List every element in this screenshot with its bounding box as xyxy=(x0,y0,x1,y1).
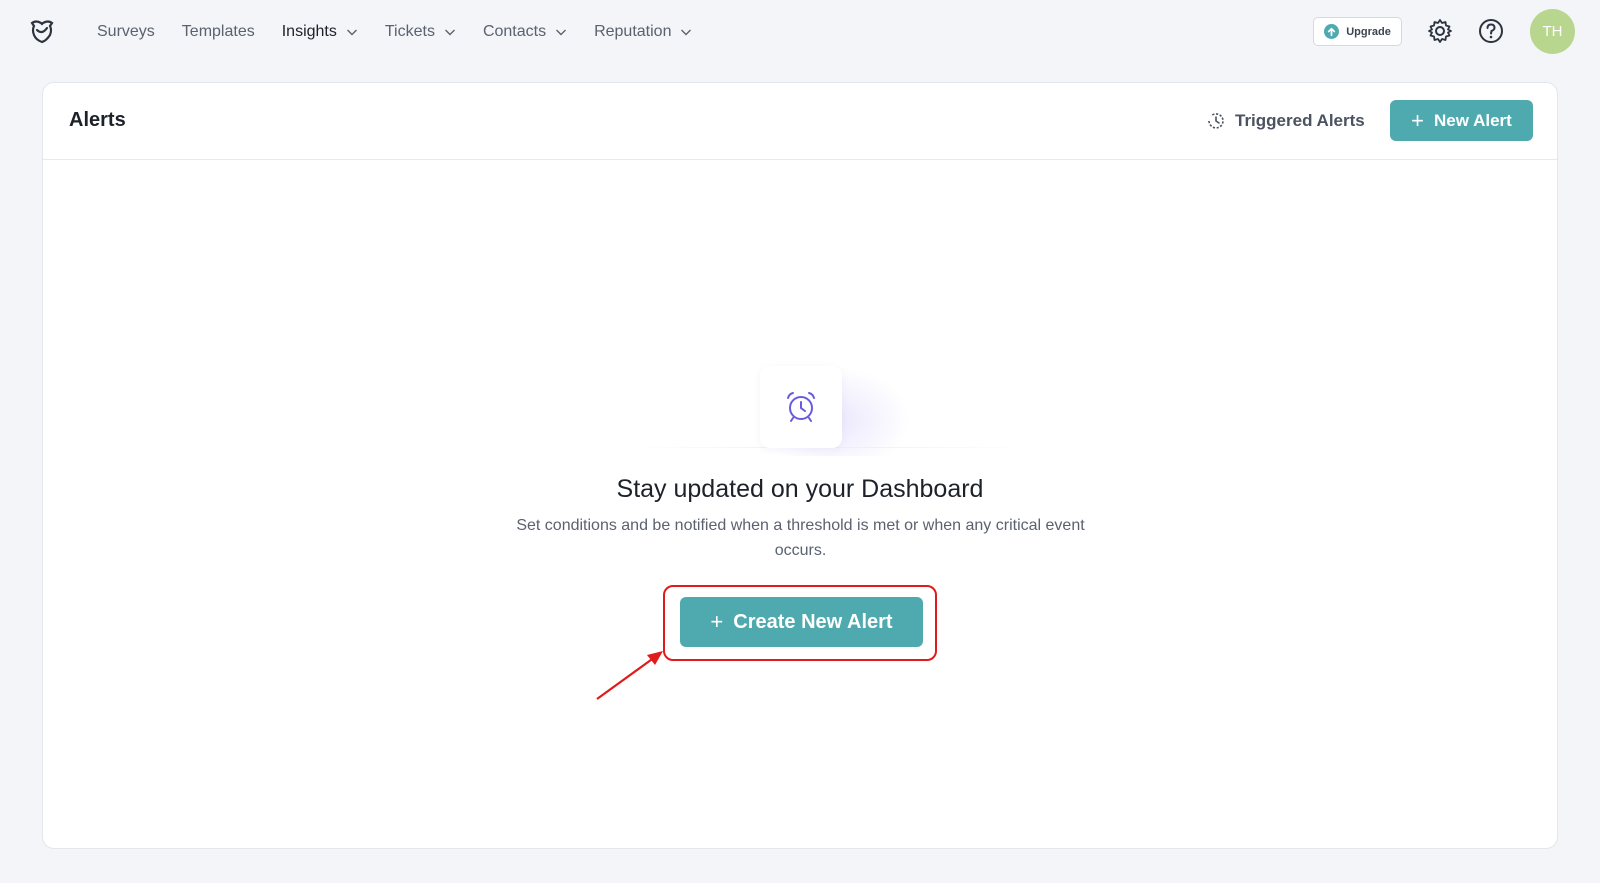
gear-icon[interactable] xyxy=(1426,17,1454,45)
plus-icon: + xyxy=(710,609,724,634)
chevron-down-icon xyxy=(681,29,692,36)
create-new-alert-label: Create New Alert xyxy=(733,610,893,633)
chevron-down-icon xyxy=(346,29,357,36)
nav-item-templates[interactable]: Templates xyxy=(182,23,255,41)
new-alert-label: New Alert xyxy=(1434,110,1512,130)
triggered-alerts-label: Triggered Alerts xyxy=(1235,111,1365,130)
upgrade-label: Upgrade xyxy=(1346,25,1391,38)
nav-item-label: Reputation xyxy=(594,23,672,40)
new-alert-button[interactable]: + New Alert xyxy=(1390,100,1533,141)
app-logo-icon[interactable] xyxy=(28,17,56,45)
main-nav: Surveys Templates Insights Tickets Conta… xyxy=(97,0,719,64)
empty-state-icon-tile xyxy=(760,366,842,448)
chevron-down-icon xyxy=(444,29,455,36)
nav-item-label: Templates xyxy=(181,23,255,40)
nav-item-label: Insights xyxy=(281,23,337,40)
avatar[interactable]: TH xyxy=(1530,9,1575,54)
help-icon[interactable] xyxy=(1477,17,1505,45)
plus-icon: + xyxy=(1411,107,1425,133)
alarm-clock-icon xyxy=(787,392,815,422)
empty-state-subtitle: Set conditions and be notified when a th… xyxy=(516,517,1085,559)
history-clock-icon xyxy=(1208,113,1224,129)
nav-item-contacts[interactable]: Contacts xyxy=(483,23,567,41)
nav-item-reputation[interactable]: Reputation xyxy=(594,23,692,41)
empty-state-title: Stay updated on your Dashboard xyxy=(616,475,984,503)
alerts-card: Alerts Triggered Alerts + New Alert Stay… xyxy=(42,82,1558,849)
top-navigation-bar: Surveys Templates Insights Tickets Conta… xyxy=(0,0,1600,64)
alerts-header: Alerts Triggered Alerts + New Alert xyxy=(43,83,1557,160)
triggered-alerts-button[interactable]: Triggered Alerts xyxy=(1206,108,1365,134)
create-new-alert-button[interactable]: + Create New Alert xyxy=(680,597,923,647)
annotation-arrow-icon xyxy=(596,651,663,700)
upgrade-button[interactable]: Upgrade xyxy=(1313,17,1402,46)
page-title: Alerts xyxy=(69,109,126,131)
nav-item-label: Surveys xyxy=(97,23,155,40)
upgrade-arrow-icon xyxy=(1324,24,1340,39)
nav-item-insights[interactable]: Insights xyxy=(282,23,358,41)
nav-item-tickets[interactable]: Tickets xyxy=(385,23,456,41)
chevron-down-icon xyxy=(556,29,567,36)
nav-item-surveys[interactable]: Surveys xyxy=(97,23,155,41)
nav-item-label: Tickets xyxy=(384,23,435,40)
nav-item-label: Contacts xyxy=(482,23,547,40)
